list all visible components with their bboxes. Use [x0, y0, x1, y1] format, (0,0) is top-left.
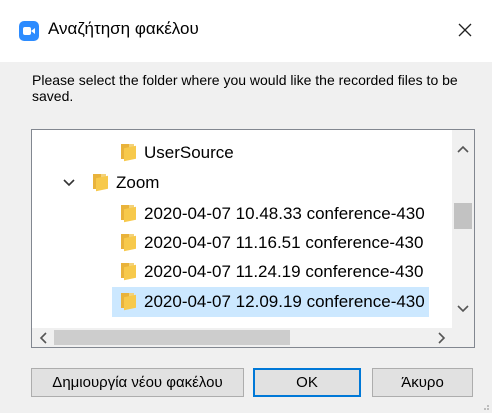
tree-item-zoom[interactable]: Zoom [90, 168, 159, 198]
tree-item-folder[interactable]: 2020-04-07 11.16.51 conference-430 [118, 228, 423, 258]
chevron-left-icon [39, 331, 47, 344]
zoom-app-icon [19, 21, 39, 41]
chevron-down-icon[interactable] [62, 176, 76, 190]
ok-button[interactable]: OK [253, 368, 361, 397]
folder-tree[interactable]: UserSource Zoom 2020-04-07 10.48.33 conf… [31, 129, 475, 348]
tree-item-label: UserSource [144, 143, 234, 162]
folder-tree-viewport: UserSource Zoom 2020-04-07 10.48.33 conf… [32, 130, 452, 328]
folder-icon [118, 205, 138, 223]
folder-icon [118, 293, 138, 311]
horizontal-scrollbar[interactable] [32, 328, 452, 347]
tree-item-label: 2020-04-07 11.16.51 conference-430 [144, 233, 424, 252]
tree-item-label: 2020-04-07 12.09.19 conference-430 [144, 292, 425, 311]
chevron-right-icon [437, 331, 445, 344]
scroll-left-button[interactable] [33, 328, 52, 347]
tree-item-folder[interactable]: 2020-04-07 11.24.19 conference-430 [118, 257, 423, 287]
scroll-up-button[interactable] [452, 140, 474, 158]
close-icon [458, 23, 472, 37]
cancel-button[interactable]: Άκυρο [372, 368, 473, 397]
tree-item-folder-selected[interactable]: 2020-04-07 12.09.19 conference-430 [112, 287, 429, 317]
chevron-down-icon [457, 305, 469, 313]
folder-icon [90, 174, 110, 192]
tree-item-label: 2020-04-07 11.24.19 conference-430 [144, 262, 424, 281]
tree-item-usersource[interactable]: UserSource [118, 138, 234, 168]
folder-icon [118, 234, 138, 252]
close-button[interactable] [448, 13, 482, 47]
vertical-scrollbar[interactable] [452, 130, 474, 328]
scroll-down-button[interactable] [452, 300, 474, 318]
tree-item-folder[interactable]: 2020-04-07 10.48.33 conference-430 [118, 199, 425, 229]
new-folder-button[interactable]: Δημιουργία νέου φακέλου [31, 368, 244, 397]
folder-icon [118, 144, 138, 162]
scroll-right-button[interactable] [432, 328, 451, 347]
tree-item-label: Zoom [116, 173, 160, 192]
tree-item-label: 2020-04-07 10.48.33 conference-430 [144, 204, 425, 223]
title-bar: Αναζήτηση φακέλου [0, 0, 492, 62]
resize-grip-icon[interactable] [480, 401, 490, 411]
vertical-scroll-thumb[interactable] [454, 203, 472, 229]
dialog-title: Αναζήτηση φακέλου [48, 19, 199, 38]
chevron-up-icon [457, 145, 469, 153]
dialog-prompt: Please select the folder where you would… [32, 72, 458, 104]
horizontal-scroll-thumb[interactable] [54, 330, 290, 345]
folder-icon [118, 263, 138, 281]
scrollbar-corner [452, 328, 474, 347]
